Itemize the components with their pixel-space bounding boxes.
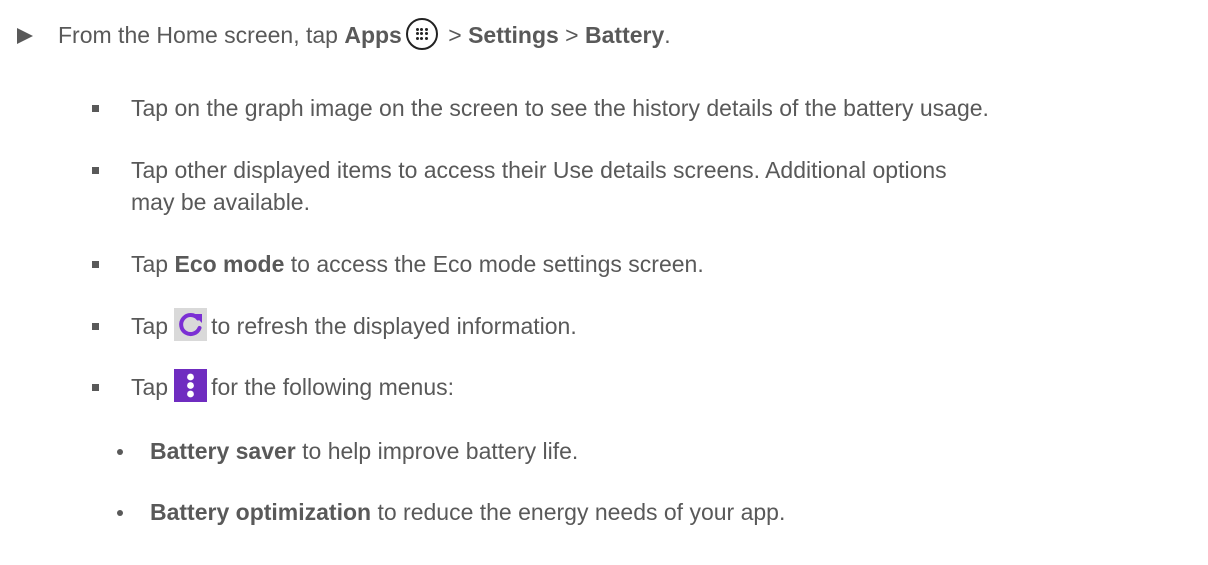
bullet-square-icon <box>92 261 99 268</box>
bullet-square-icon <box>92 167 99 174</box>
bullet-text: Tap other displayed items to access thei… <box>131 157 947 183</box>
bullet-text: Tap to refresh the displayed information. <box>131 308 577 344</box>
period: . <box>664 22 671 48</box>
more-vert-icon <box>174 369 208 403</box>
sub-item-text: Battery optimization to reduce the energ… <box>150 499 786 525</box>
bullet-square-icon <box>92 323 99 330</box>
step-prefix: From the Home screen, tap <box>58 22 345 48</box>
sub-item-text: Battery saver to help improve battery li… <box>150 438 579 464</box>
bullet-square-icon <box>92 384 99 391</box>
battery-label: Battery <box>585 22 665 48</box>
battery-optimization-label: Battery optimization <box>150 499 372 525</box>
bullet-dot-icon <box>117 510 123 516</box>
step-arrow-icon <box>17 28 33 44</box>
battery-saver-label: Battery saver <box>150 438 296 464</box>
step-text: From the Home screen, tap Apps > Setting… <box>58 17 671 53</box>
bullet-text: Tap Eco mode to access the Eco mode sett… <box>131 251 704 277</box>
apps-label: Apps <box>344 22 402 48</box>
apps-grid-icon <box>405 17 438 50</box>
bullet-square-icon <box>92 105 99 112</box>
bullet-text: may be available. <box>131 189 310 215</box>
refresh-icon <box>174 308 208 342</box>
settings-label: Settings <box>468 22 559 48</box>
eco-mode-label: Eco mode <box>174 251 285 277</box>
separator: > <box>441 22 469 48</box>
bullet-text: Tap on the graph image on the screen to … <box>131 95 989 121</box>
bullet-dot-icon <box>117 449 123 455</box>
bullet-text: Tap for the following menus: <box>131 369 454 405</box>
separator: > <box>558 22 586 48</box>
